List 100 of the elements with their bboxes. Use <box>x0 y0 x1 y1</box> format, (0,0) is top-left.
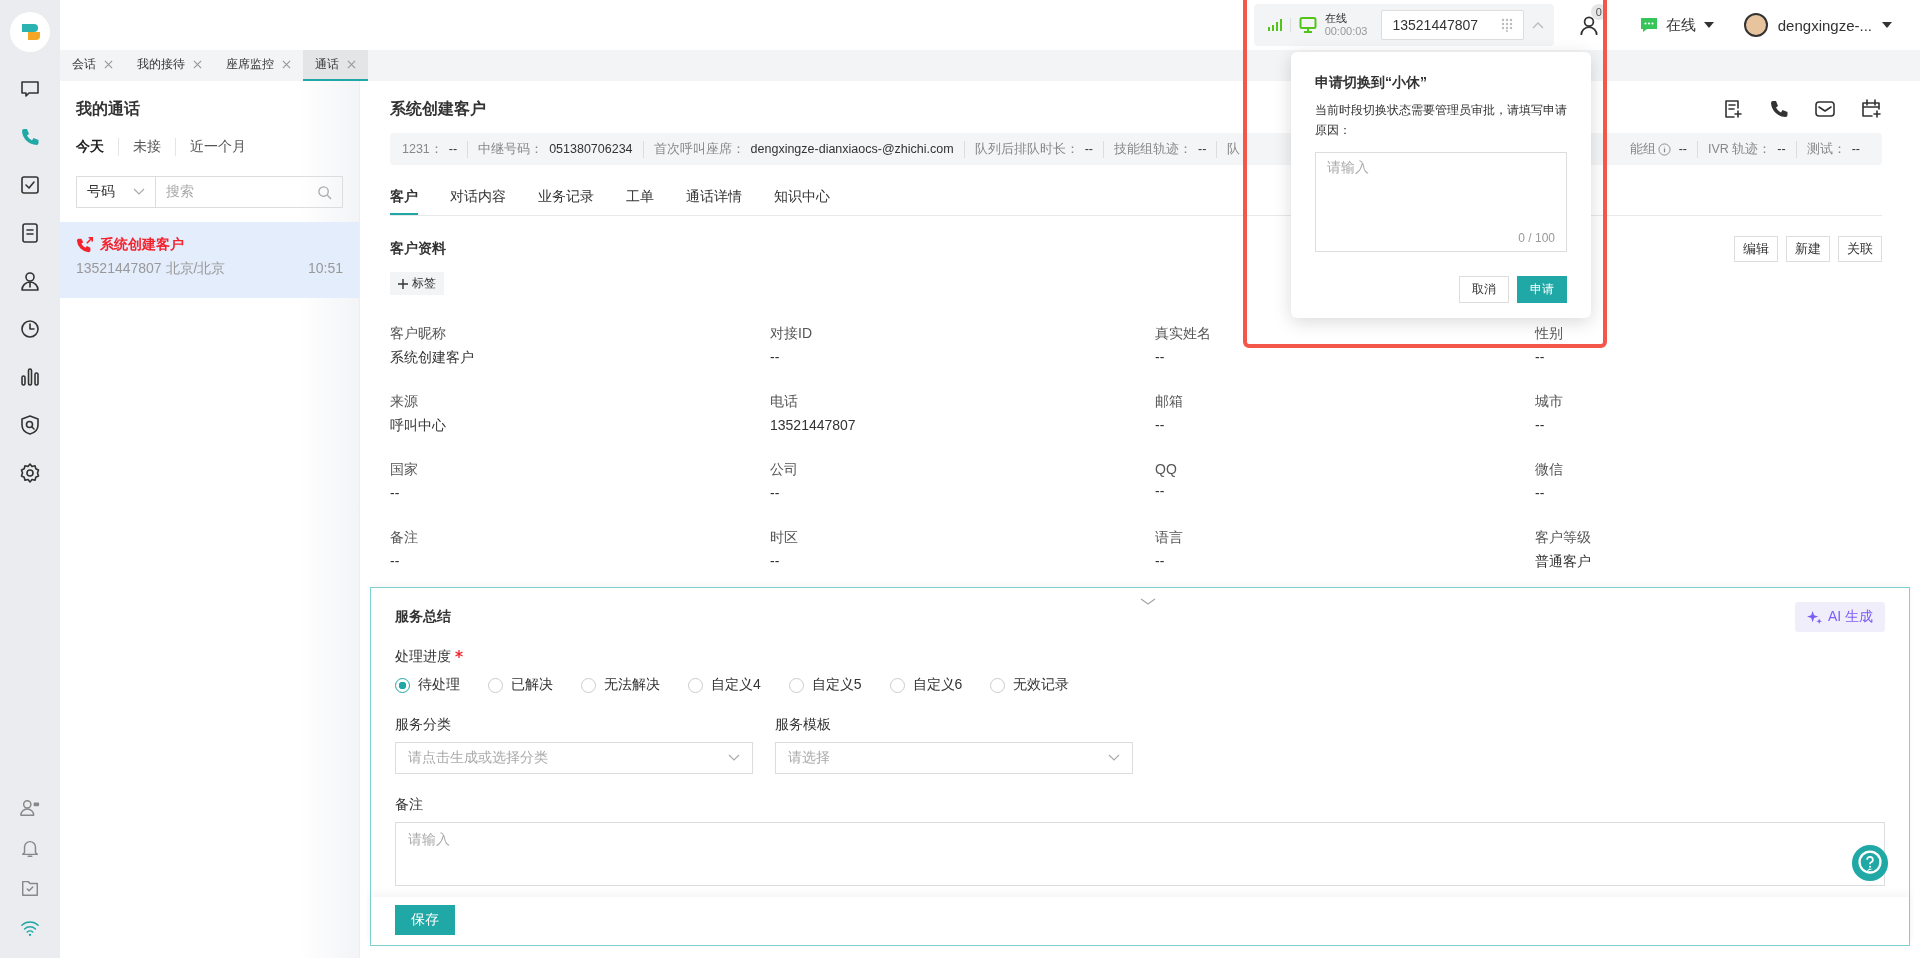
document-icon[interactable] <box>19 222 41 244</box>
close-icon[interactable] <box>282 60 291 69</box>
page-tab[interactable]: 通话 <box>303 50 368 81</box>
section-button[interactable]: 新建 <box>1786 236 1830 262</box>
radio-option[interactable]: 自定义4 <box>688 676 761 694</box>
clock-icon[interactable] <box>19 318 41 340</box>
caret-up-icon[interactable] <box>1531 21 1544 29</box>
info-value: 051380706234 <box>549 142 633 156</box>
field-label: 服务模板 <box>775 716 832 734</box>
mail-icon[interactable] <box>1814 98 1836 120</box>
search-type-select[interactable]: 号码 <box>76 176 156 208</box>
folder-check-icon[interactable] <box>20 878 40 898</box>
field-label: 客户等级 <box>1535 529 1592 547</box>
chat-status-icon <box>1639 17 1658 33</box>
field-label: 真实姓名 <box>1155 325 1212 343</box>
content-tab[interactable]: 工单 <box>610 179 670 215</box>
chevron-down-icon <box>728 754 740 762</box>
plus-icon <box>398 278 408 289</box>
caret-down-icon <box>1882 22 1892 28</box>
user-menu[interactable]: dengxingze-... <box>1743 13 1892 37</box>
close-icon[interactable] <box>193 60 202 69</box>
chat-bubble-icon[interactable] <box>19 78 41 100</box>
card-title: 服务总结 <box>395 608 451 626</box>
person-icon[interactable] <box>19 270 41 292</box>
popup-title: 申请切换到“小休” <box>1315 74 1428 92</box>
field-label: 备注 <box>395 796 424 814</box>
section-button[interactable]: 关联 <box>1838 236 1882 262</box>
caret-down-icon <box>1703 22 1714 28</box>
field-label: 国家 <box>390 461 419 479</box>
filter-tab[interactable]: 今天 <box>76 138 118 156</box>
wifi-icon[interactable] <box>20 918 40 938</box>
phone-icon[interactable] <box>1768 98 1790 120</box>
agent-icon[interactable] <box>20 798 40 818</box>
info-value: -- <box>1678 142 1688 156</box>
radio-option[interactable]: 待处理 <box>395 676 460 694</box>
section-button[interactable]: 编辑 <box>1734 236 1778 262</box>
radio-option[interactable]: 无效记录 <box>990 676 1070 694</box>
radio-option[interactable]: 自定义5 <box>788 676 862 694</box>
info-label: 中继号码： <box>478 140 544 158</box>
call-detail: 13521447807 北京/北京 <box>76 260 226 278</box>
radio-option[interactable]: 已解决 <box>488 676 553 694</box>
page-tab[interactable]: 会话 <box>60 50 125 81</box>
filter-tab[interactable]: 近一个月 <box>175 138 260 156</box>
bell-icon[interactable] <box>20 838 40 858</box>
filter-tab[interactable]: 未接 <box>118 138 175 156</box>
remark-field[interactable]: 请输入 <box>395 822 1885 886</box>
ai-generate-button[interactable]: AI 生成 <box>1794 602 1885 632</box>
person-icon[interactable] <box>1577 14 1600 36</box>
field-label: 客户昵称 <box>390 325 447 343</box>
info-value: -- <box>1198 142 1207 156</box>
search-icon <box>317 184 332 200</box>
field-label: 处理进度 <box>395 648 451 666</box>
page-tab[interactable]: 我的接待 <box>125 50 214 81</box>
cancel-button[interactable]: 取消 <box>1459 276 1509 303</box>
close-icon[interactable] <box>104 60 113 69</box>
content-tab[interactable]: 知识中心 <box>758 179 846 215</box>
content-tab[interactable]: 客户 <box>390 179 418 215</box>
note-add-icon[interactable] <box>1722 98 1744 120</box>
info-label: 测试： <box>1806 140 1846 158</box>
info-label: 队列后排队时长： <box>974 140 1079 158</box>
field-label: 时区 <box>770 529 799 547</box>
field-label: 对接ID <box>770 325 813 343</box>
status-text: 在线 <box>1324 12 1348 25</box>
bar-chart-icon[interactable] <box>19 366 41 388</box>
calendar-add-icon[interactable] <box>1860 98 1882 120</box>
logo-icon[interactable] <box>10 12 50 52</box>
info-label: 队 <box>1227 140 1241 158</box>
section-title: 客户资料 <box>390 240 446 258</box>
content-tab[interactable]: 通话详情 <box>670 179 758 215</box>
field-value: -- <box>770 485 781 501</box>
help-icon[interactable] <box>1851 844 1889 882</box>
info-label: 首次呼叫座席： <box>653 140 745 158</box>
dialpad-icon[interactable] <box>1500 18 1513 32</box>
radio-option[interactable]: 无法解决 <box>581 676 660 694</box>
phone-callback-icon <box>76 236 94 254</box>
field-label: QQ <box>1155 461 1178 477</box>
field-value: -- <box>1155 553 1166 569</box>
content-tab[interactable]: 对话内容 <box>434 179 522 215</box>
avatar <box>1743 13 1768 37</box>
status-dropdown[interactable]: 在线 <box>1639 15 1714 35</box>
field-label: 电话 <box>770 393 799 411</box>
add-tag-button[interactable]: 标签 <box>390 272 444 295</box>
checkbox-icon[interactable] <box>19 174 41 196</box>
info-label: IVR 轨迹： <box>1708 140 1772 158</box>
collapse-chevron-icon[interactable] <box>1140 598 1156 606</box>
info-value: -- <box>1084 142 1093 156</box>
field-label: 语言 <box>1155 529 1184 547</box>
phone-number-field[interactable]: 13521447807 <box>1381 10 1524 40</box>
close-icon[interactable] <box>347 60 356 69</box>
settings-icon[interactable] <box>19 462 41 484</box>
sparkle-icon <box>1806 609 1822 625</box>
info-value: -- <box>1777 142 1786 156</box>
field-value: -- <box>770 349 781 365</box>
page-tab[interactable]: 座席监控 <box>214 50 303 81</box>
info-label: 能组 <box>1629 140 1656 158</box>
info-value: -- <box>448 142 458 156</box>
radio-option[interactable]: 自定义6 <box>889 676 963 694</box>
content-tab[interactable]: 业务记录 <box>522 179 610 215</box>
info-value: -- <box>1851 142 1860 156</box>
shield-search-icon[interactable] <box>19 414 41 436</box>
